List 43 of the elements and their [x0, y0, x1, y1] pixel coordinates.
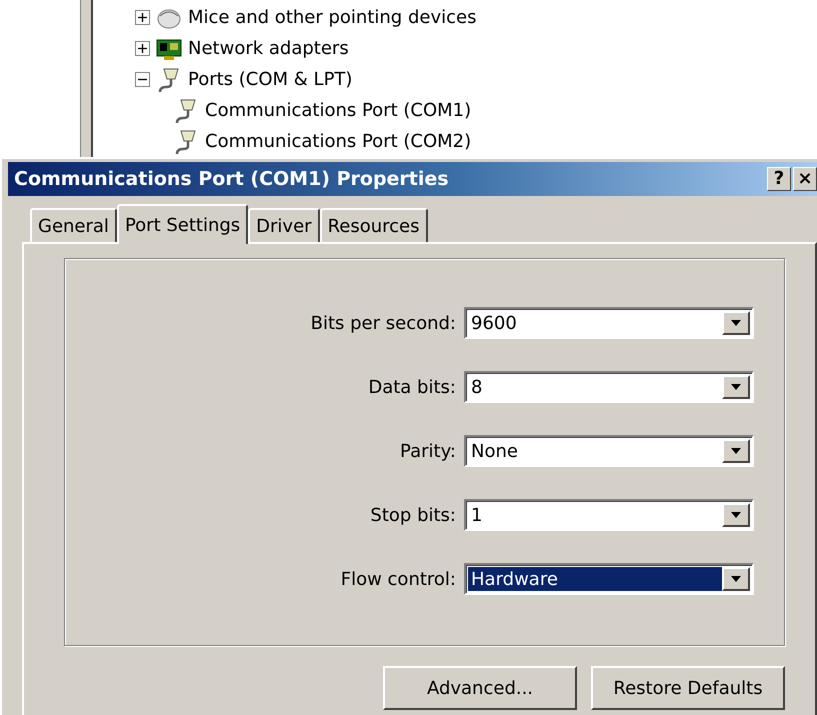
tab[interactable]: Driver [248, 208, 320, 242]
tab[interactable]: General [30, 208, 117, 242]
field-label: Parity: [400, 440, 456, 462]
network-card-icon [156, 36, 182, 60]
tab[interactable]: Port Settings [116, 204, 248, 244]
field-label: Stop bits: [370, 504, 456, 526]
collapse-icon[interactable] [135, 72, 150, 87]
advanced-button[interactable]: Advanced... [383, 666, 577, 710]
caret-icon [731, 512, 741, 518]
help-button[interactable]: ? [767, 167, 791, 191]
tree-item[interactable]: Ports (COM & LPT) [188, 69, 352, 90]
dropdown-field[interactable]: None [464, 435, 754, 467]
close-button[interactable]: × [793, 167, 817, 191]
expand-icon[interactable] [135, 41, 150, 56]
dropdown-field[interactable]: 8 [464, 371, 754, 403]
caret-icon [731, 448, 741, 454]
caret-icon [731, 576, 741, 582]
dropdown-button[interactable] [722, 567, 750, 591]
tree-item[interactable]: Communications Port (COM1) [205, 100, 472, 121]
dropdown-button[interactable] [722, 439, 750, 463]
dropdown-field[interactable]: Hardware [464, 563, 754, 595]
dropdown-value: None [470, 440, 519, 463]
dropdown-value: 1 [470, 504, 484, 527]
dropdown-button[interactable] [722, 503, 750, 527]
tree-item[interactable]: Mice and other pointing devices [188, 7, 476, 28]
dropdown-value: 9600 [470, 312, 518, 335]
expand-icon[interactable] [135, 10, 150, 25]
field-label: Data bits: [368, 376, 456, 398]
window-title: Communications Port (COM1) Properties [14, 168, 449, 190]
field-label: Bits per second: [310, 312, 456, 334]
tab[interactable]: Resources [320, 208, 428, 242]
dropdown-value: Hardware [468, 567, 722, 591]
restore-defaults-button[interactable]: Restore Defaults [591, 666, 785, 710]
caret-icon [731, 320, 741, 326]
dropdown-button[interactable] [722, 375, 750, 399]
dropdown-button[interactable] [722, 311, 750, 335]
dropdown-field[interactable]: 9600 [464, 307, 754, 339]
dropdown-value: 8 [470, 376, 484, 399]
tree-item[interactable]: Communications Port (COM2) [205, 131, 472, 152]
field-label: Flow control: [340, 568, 456, 590]
dropdown-field[interactable]: 1 [464, 499, 754, 531]
caret-icon [731, 384, 741, 390]
tree-item[interactable]: Network adapters [188, 38, 349, 59]
